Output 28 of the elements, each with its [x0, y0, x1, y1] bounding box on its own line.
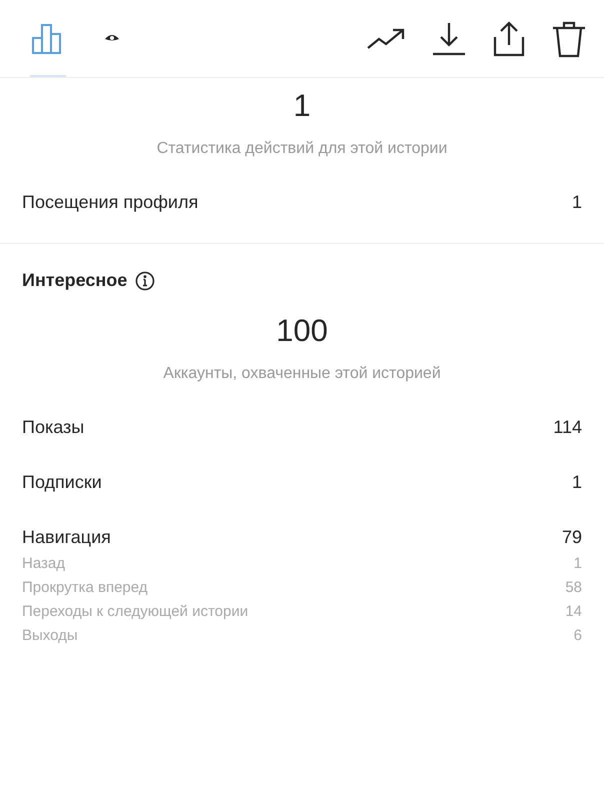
- stat-count: 1: [572, 472, 582, 493]
- stat-label: Навигация: [22, 527, 111, 548]
- stat-caption: Статистика действий для этой истории: [156, 140, 448, 158]
- stat-label: Подписки: [22, 472, 102, 493]
- download-button[interactable]: [432, 20, 466, 56]
- section-title: Интересное: [22, 270, 128, 291]
- stat-count: 1: [574, 555, 582, 572]
- stat-count: 1: [572, 192, 582, 213]
- stat-count: 6: [574, 627, 582, 644]
- stat-label: Выходы: [22, 627, 78, 644]
- stat-label: Показы: [22, 417, 84, 438]
- stat-count: 114: [553, 417, 582, 438]
- stat-label: Прокрутка вперед: [22, 579, 148, 596]
- share-button[interactable]: [492, 20, 526, 56]
- info-icon[interactable]: [135, 270, 156, 290]
- download-icon: [432, 20, 466, 56]
- stat-count: 58: [565, 579, 582, 596]
- delete-button[interactable]: [552, 20, 586, 58]
- trash-icon: [552, 20, 586, 58]
- stat-value: 1: [292, 88, 312, 124]
- stat-count: 79: [562, 527, 582, 548]
- stat-count: 14: [565, 603, 582, 620]
- stat-caption: Аккаунты, охваченные этой историей: [162, 365, 442, 383]
- stat-value: 100: [275, 313, 329, 349]
- stat-label: Назад: [22, 555, 65, 572]
- share-icon: [492, 20, 526, 56]
- stat-label: Посещения профиля: [22, 192, 198, 213]
- stat-label: Переходы к следующей истории: [22, 603, 248, 620]
